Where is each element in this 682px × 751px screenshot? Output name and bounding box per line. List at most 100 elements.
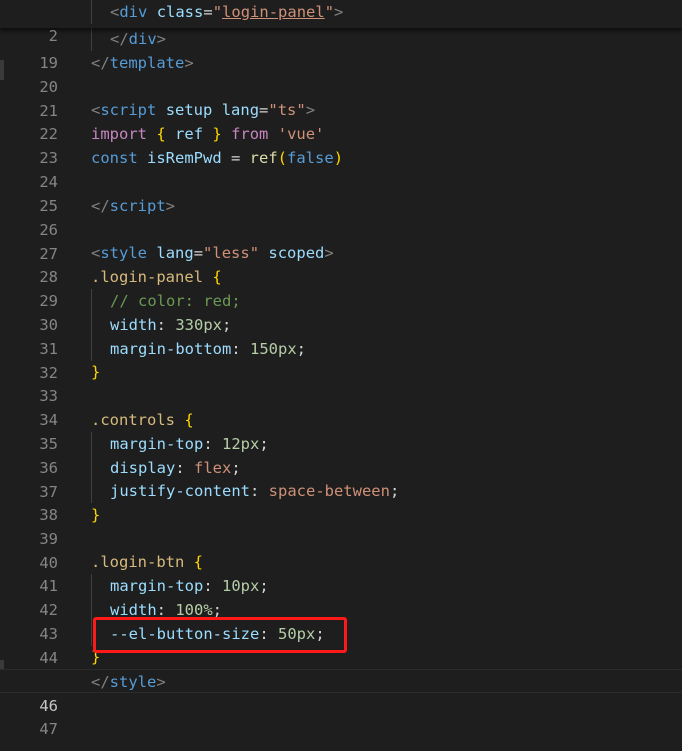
token: < bbox=[91, 101, 101, 119]
token: margin-top bbox=[110, 577, 204, 595]
code-line[interactable]: 39 } bbox=[0, 503, 682, 548]
line-code: justify-content: space-between; bbox=[110, 479, 399, 503]
token: = bbox=[259, 101, 269, 119]
line-code: // color: red; bbox=[110, 289, 241, 313]
token: style bbox=[100, 244, 148, 262]
code-line[interactable]: 32 margin-bottom: 150px; bbox=[0, 337, 682, 382]
line-code: } bbox=[91, 503, 100, 527]
token: style bbox=[109, 673, 157, 691]
code-line[interactable]: 2 <div class="login-panel"> bbox=[0, 0, 682, 45]
annotation-highlight-box bbox=[93, 617, 347, 653]
token: " bbox=[212, 3, 223, 21]
token: .login-panel bbox=[91, 268, 203, 286]
token: justify-content bbox=[110, 482, 250, 500]
code-line[interactable]: 26 </script> bbox=[0, 194, 682, 239]
line-code: <div class="login-panel"> bbox=[110, 0, 343, 24]
token: ref bbox=[249, 149, 278, 167]
code-line[interactable]: 19 </div> bbox=[0, 27, 682, 72]
token: script bbox=[100, 101, 157, 119]
line-code: .login-btn { bbox=[91, 550, 203, 574]
token: 330px bbox=[175, 316, 223, 334]
line-code: margin-bottom: 150px; bbox=[110, 337, 306, 361]
line-code: <script setup lang="ts"> bbox=[91, 98, 315, 122]
code-line[interactable]: 37 display: flex; bbox=[0, 456, 682, 501]
token: from bbox=[231, 125, 269, 143]
code-line[interactable]: 29 .login-panel { bbox=[0, 265, 682, 310]
indent-guide bbox=[91, 479, 92, 503]
token: .controls bbox=[91, 411, 175, 429]
line-code: </div> bbox=[110, 27, 166, 51]
token: : bbox=[203, 435, 222, 453]
code-line[interactable]: 25 bbox=[0, 170, 682, 215]
code-line[interactable]: 22 <script setup lang="ts"> bbox=[0, 98, 682, 143]
token: ) bbox=[333, 149, 344, 167]
token: ; bbox=[389, 482, 400, 500]
line-code: </script> bbox=[91, 194, 175, 218]
code-line[interactable]: 28 <style lang="less" scoped> bbox=[0, 241, 682, 286]
token: : bbox=[175, 459, 194, 477]
code-editor[interactable]: 2 <div class="login-panel"> 19 </div> 20… bbox=[0, 0, 682, 751]
token: ; bbox=[222, 316, 232, 334]
code-line[interactable]: 23 import { ref } from 'vue' bbox=[0, 122, 682, 167]
code-line[interactable]: 21 bbox=[0, 75, 682, 120]
token: </ bbox=[91, 197, 110, 215]
indent-guide bbox=[91, 289, 92, 313]
token: : bbox=[156, 316, 176, 334]
token: template bbox=[109, 54, 185, 72]
code-line[interactable]: 20 </template> bbox=[0, 51, 682, 96]
code-line[interactable]: 42 margin-top: 10px; bbox=[0, 574, 682, 619]
current-code-line[interactable]: 46 </style> bbox=[0, 669, 682, 715]
token: ( bbox=[277, 149, 288, 167]
indent-guide bbox=[91, 337, 92, 361]
token: </ bbox=[110, 30, 129, 48]
code-line[interactable]: 40 bbox=[0, 527, 682, 572]
token: > bbox=[165, 197, 176, 215]
token: = bbox=[203, 3, 213, 21]
sticky-scroll-line[interactable]: 2 <div class="login-panel"> bbox=[0, 0, 682, 45]
code-line[interactable]: 34 bbox=[0, 384, 682, 429]
token: margin-bottom bbox=[110, 340, 232, 358]
line-code: margin-top: 12px; bbox=[110, 432, 269, 456]
code-line[interactable]: 41 .login-btn { bbox=[0, 550, 682, 595]
token: div bbox=[119, 3, 148, 21]
code-line[interactable]: 38 justify-content: space-between; bbox=[0, 479, 682, 524]
token: width bbox=[110, 316, 157, 334]
token: = bbox=[221, 149, 250, 167]
token: scoped bbox=[268, 244, 325, 262]
code-line[interactable]: 47 bbox=[0, 693, 682, 738]
indent-guide bbox=[91, 574, 92, 598]
token: : bbox=[249, 482, 269, 500]
line-code: <style lang="less" scoped> bbox=[91, 241, 334, 265]
token: setup bbox=[165, 101, 213, 119]
token: "ts" bbox=[268, 101, 306, 119]
line-code: </template> bbox=[91, 51, 194, 75]
line-number: 2 bbox=[48, 27, 58, 45]
code-line[interactable]: 35 .controls { bbox=[0, 408, 682, 453]
token: display bbox=[110, 459, 176, 477]
token: </ bbox=[91, 54, 110, 72]
line-code: .login-panel { bbox=[91, 265, 222, 289]
code-line[interactable]: 36 margin-top: 12px; bbox=[0, 432, 682, 477]
code-line[interactable]: 24 const isRemPwd = ref(false) bbox=[0, 146, 682, 191]
token: : bbox=[231, 340, 250, 358]
token: " bbox=[324, 3, 335, 21]
token: > bbox=[184, 54, 194, 72]
code-line[interactable]: 30 // color: red; bbox=[0, 289, 682, 334]
code-line[interactable]: 33 } bbox=[0, 360, 682, 405]
token: false bbox=[287, 149, 334, 167]
token: ; bbox=[259, 435, 269, 453]
token: > bbox=[156, 30, 167, 48]
line-code: margin-top: 10px; bbox=[110, 574, 269, 598]
code-line[interactable]: 27 bbox=[0, 218, 682, 263]
token: lang bbox=[221, 101, 260, 119]
token: { bbox=[184, 411, 194, 429]
code-line[interactable]: 31 width: 330px; bbox=[0, 313, 682, 358]
indent-guide bbox=[91, 598, 92, 622]
token: const bbox=[91, 149, 138, 167]
line-number: 47 bbox=[39, 720, 58, 738]
